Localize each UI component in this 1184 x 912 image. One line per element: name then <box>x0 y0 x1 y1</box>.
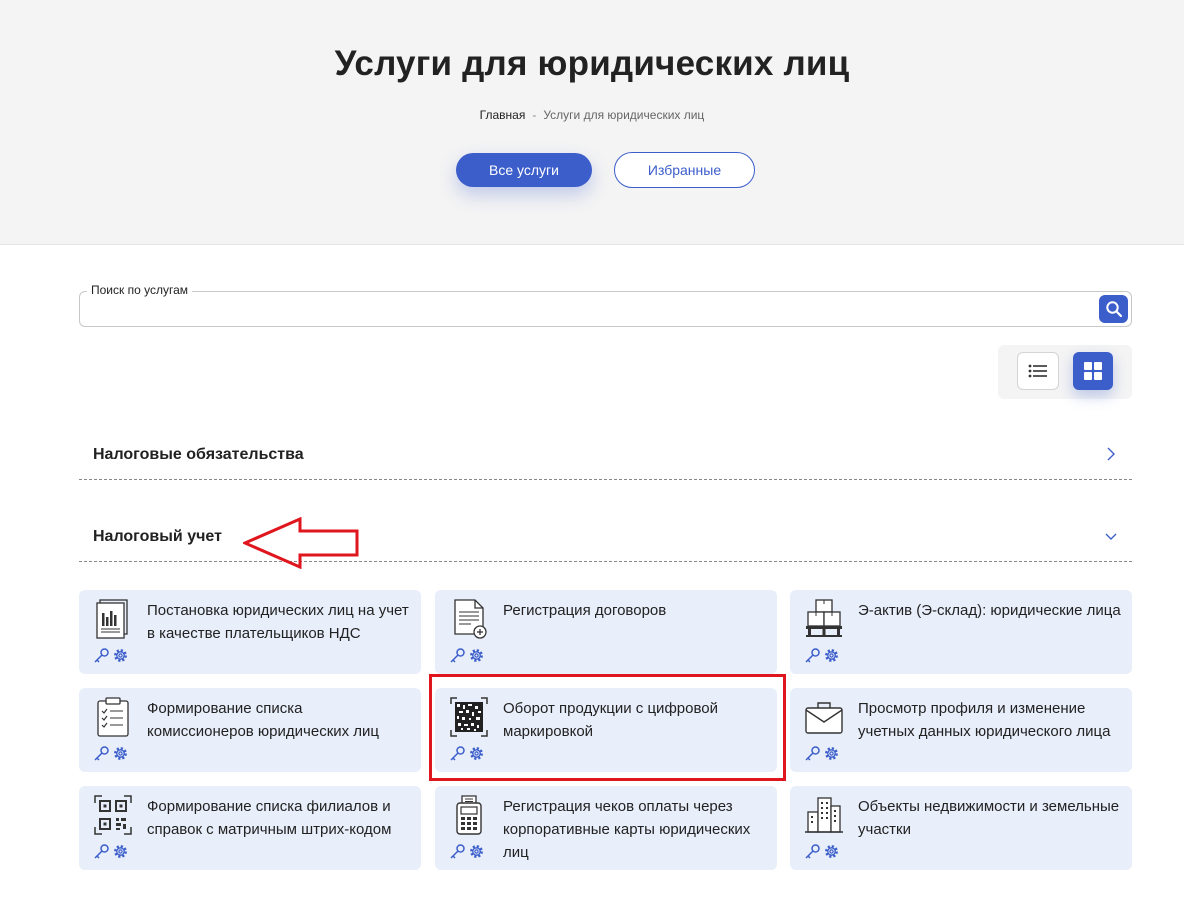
search-field[interactable] <box>79 291 1132 327</box>
favorites-tab[interactable]: Избранные <box>614 152 755 188</box>
category-tax-accounting[interactable]: Налоговый учет <box>79 522 1132 562</box>
checklist-icon <box>97 697 129 737</box>
service-card[interactable]: Постановка юридических лиц на учет в кач… <box>79 590 421 674</box>
chevron-down-icon <box>1105 533 1117 540</box>
service-card[interactable]: Регистрация договоров <box>435 590 777 674</box>
category-title: Налоговые обязательства <box>93 446 304 463</box>
service-title: Регистрация договоров <box>503 602 667 619</box>
list-view-button[interactable] <box>1017 352 1059 390</box>
grid-view-button[interactable] <box>1073 352 1113 390</box>
service-card[interactable]: Объекты недвижимости и земельные участки <box>790 786 1132 870</box>
key-icon[interactable] <box>449 647 466 664</box>
breadcrumb-current: Услуги для юридических лиц <box>543 108 705 122</box>
service-card[interactable]: Формирование списка комиссионеров юридич… <box>79 688 421 772</box>
list-icon <box>1028 364 1047 378</box>
briefcase-icon <box>805 702 843 734</box>
breadcrumb-home-link[interactable]: Главная <box>480 108 526 122</box>
annotation-highlight-box <box>429 674 786 781</box>
service-card[interactable]: Просмотр профиля и изменение учетных дан… <box>790 688 1132 772</box>
key-icon[interactable] <box>449 843 466 860</box>
page-header: Услуги для юридических лиц Главная - Услуг… <box>0 0 1184 245</box>
service-title: Регистрация чеков оплаты через корпорати… <box>503 798 751 861</box>
warehouse-icon <box>806 599 842 637</box>
search-label: Поиск по услугам <box>87 283 192 297</box>
settings-gear-icon[interactable] <box>823 647 840 664</box>
category-tax-obligations[interactable]: Налоговые обязательства <box>79 440 1132 480</box>
service-card[interactable]: Регистрация чеков оплаты через корпорати… <box>435 786 777 870</box>
page-title: Услуги для юридических лиц <box>334 44 850 83</box>
category-title: Налоговый учет <box>93 528 222 545</box>
all-services-tab[interactable]: Все услуги <box>456 153 592 187</box>
tax-document-icon <box>96 599 128 639</box>
key-icon[interactable] <box>93 843 110 860</box>
key-icon[interactable] <box>804 843 821 860</box>
key-icon[interactable] <box>804 647 821 664</box>
qr-code-icon <box>94 795 132 835</box>
settings-gear-icon[interactable] <box>112 647 129 664</box>
settings-gear-icon[interactable] <box>823 843 840 860</box>
settings-gear-icon[interactable] <box>468 647 485 664</box>
contract-add-icon <box>454 599 487 639</box>
chevron-right-icon <box>1107 447 1115 461</box>
service-card[interactable]: Формирование списка филиалов и справок с… <box>79 786 421 870</box>
pos-terminal-icon <box>456 795 482 835</box>
service-card[interactable]: Э-актив (Э-склад): юридические лица <box>790 590 1132 674</box>
annotation-arrow-icon <box>243 517 359 569</box>
service-title: Просмотр профиля и изменение учетных дан… <box>858 700 1111 740</box>
search-input[interactable] <box>90 296 1090 322</box>
settings-gear-icon[interactable] <box>112 843 129 860</box>
breadcrumb-separator: - <box>532 108 537 122</box>
service-title: Э-актив (Э-склад): юридические лица <box>858 602 1121 619</box>
settings-gear-icon[interactable] <box>468 843 485 860</box>
settings-gear-icon[interactable] <box>823 745 840 762</box>
settings-gear-icon[interactable] <box>112 745 129 762</box>
key-icon[interactable] <box>93 745 110 762</box>
service-title: Постановка юридических лиц на учет в кач… <box>147 602 409 642</box>
service-title: Объекты недвижимости и земельные участки <box>858 798 1120 838</box>
service-title: Формирование списка филиалов и справок с… <box>147 798 392 838</box>
key-icon[interactable] <box>804 745 821 762</box>
key-icon[interactable] <box>93 647 110 664</box>
search-button[interactable] <box>1099 295 1128 323</box>
search-icon <box>1105 301 1122 318</box>
buildings-icon <box>805 797 843 833</box>
breadcrumb: Главная - Услуги для юридических лиц <box>0 108 1184 122</box>
grid-icon <box>1084 362 1102 380</box>
service-title: Формирование списка комиссионеров юридич… <box>147 700 380 740</box>
